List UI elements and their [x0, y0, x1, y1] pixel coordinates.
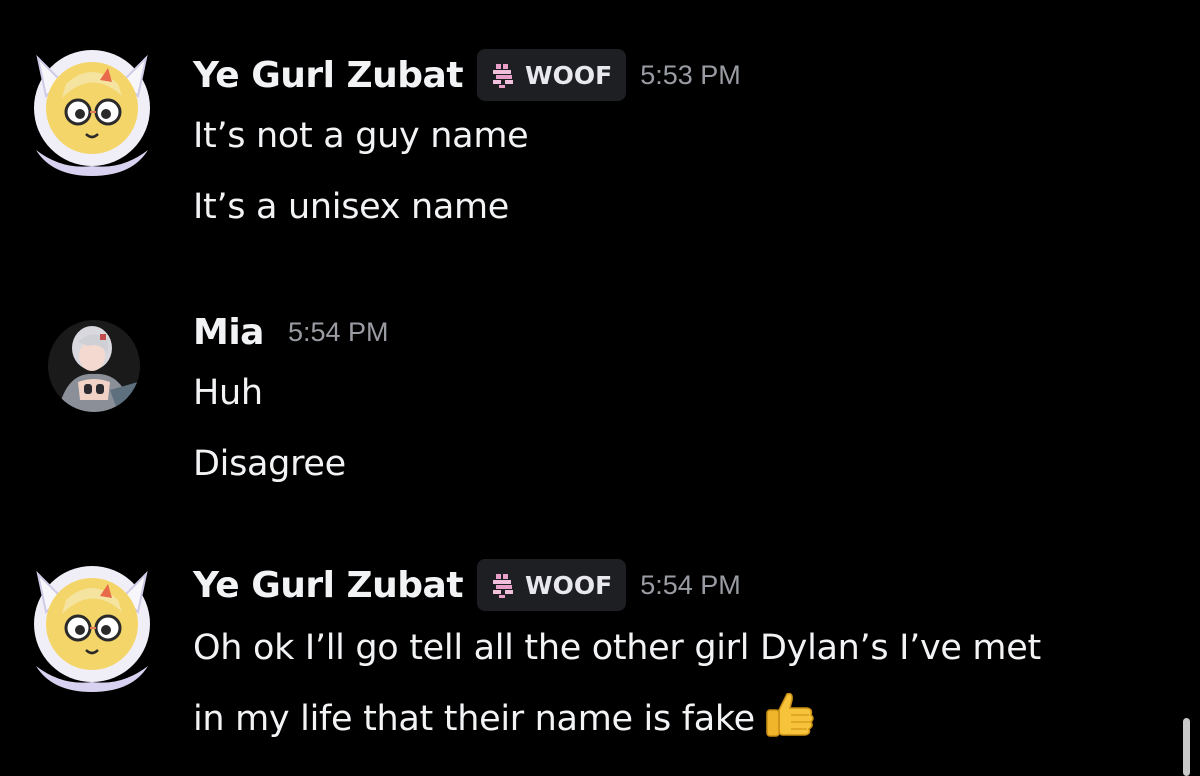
pixel-sprite-icon: [493, 64, 514, 88]
username[interactable]: Ye Gurl Zubat: [193, 565, 464, 606]
timestamp[interactable]: 5:54 PM: [288, 317, 389, 348]
message-text: Oh ok I’ll go tell all the other girl Dy…: [193, 628, 1041, 668]
username[interactable]: Mia: [193, 312, 264, 353]
message-text: Disagree: [193, 444, 346, 484]
message-text: in my life that their name is fake: [193, 699, 755, 739]
message-text: It’s a unisex name: [193, 187, 510, 227]
avatar-fox-icon: [34, 50, 150, 176]
avatar-fox-icon: [34, 566, 150, 692]
tag-label: WOOF: [525, 570, 613, 600]
pixel-sprite-icon: [493, 574, 514, 598]
timestamp[interactable]: 5:53 PM: [640, 60, 741, 91]
user-avatar-zubat[interactable]: [22, 38, 162, 178]
user-avatar-zubat[interactable]: [22, 554, 162, 694]
server-tag[interactable]: WOOF: [477, 559, 627, 611]
message-header: Ye Gurl Zubat WOOF 5:53 PM: [193, 49, 741, 101]
tag-label: WOOF: [525, 60, 613, 90]
user-avatar-mia[interactable]: [48, 320, 140, 412]
message-header: Ye Gurl Zubat WOOF 5:54 PM: [193, 559, 741, 611]
server-tag[interactable]: WOOF: [477, 49, 627, 101]
message-text: It’s not a guy name: [193, 116, 529, 156]
timestamp[interactable]: 5:54 PM: [640, 570, 741, 601]
message-header: Mia 5:54 PM: [193, 307, 389, 357]
thumbs-up-emoji-icon: [766, 692, 814, 737]
username[interactable]: Ye Gurl Zubat: [193, 55, 464, 96]
message-text-with-emoji: in my life that their name is fake: [193, 690, 817, 739]
scrollbar-thumb[interactable]: [1183, 718, 1190, 776]
avatar-anime-girl-icon: [48, 320, 140, 412]
message-text: Huh: [193, 373, 263, 413]
